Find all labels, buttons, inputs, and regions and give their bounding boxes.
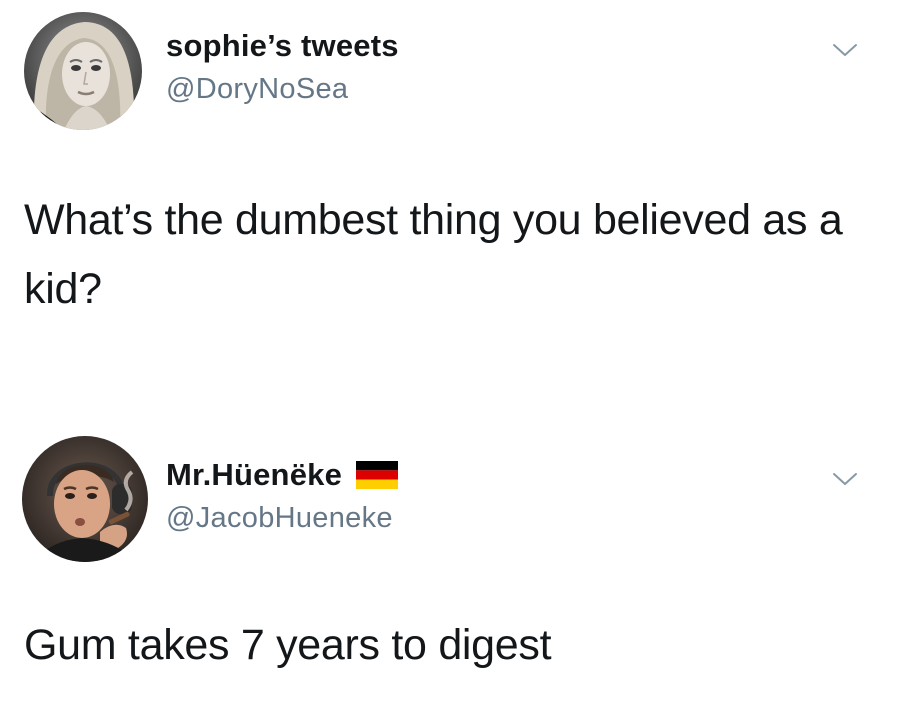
- user-handle[interactable]: @DoryNoSea: [166, 73, 399, 106]
- display-name[interactable]: Mr.Hüenëke: [166, 457, 342, 493]
- chevron-down-icon: [833, 44, 857, 56]
- display-name[interactable]: sophie’s tweets: [166, 28, 399, 64]
- avatar[interactable]: [24, 12, 142, 130]
- tweet: Mr.Hüenëke @JacobHueneke Gum takes 7 yea…: [0, 425, 900, 712]
- display-name-row: sophie’s tweets: [166, 27, 399, 65]
- profile-photo-icon: [22, 436, 148, 562]
- chevron-down-icon: [833, 473, 857, 485]
- profile-photo-icon: [24, 12, 142, 130]
- display-name-row: Mr.Hüenëke: [166, 456, 399, 494]
- tweet-text: Gum takes 7 years to digest: [24, 621, 552, 669]
- tweet-text: What’s the dumbest thing you believed as…: [24, 196, 843, 313]
- german-flag-icon: [356, 461, 399, 489]
- tweet: sophie’s tweets @DoryNoSea What’s the du…: [0, 0, 900, 380]
- user-handle[interactable]: @JacobHueneke: [166, 502, 398, 535]
- user-names: sophie’s tweets @DoryNoSea: [166, 27, 399, 106]
- avatar[interactable]: [22, 436, 148, 562]
- tweet-menu-button[interactable]: [830, 469, 860, 489]
- user-names: Mr.Hüenëke @JacobHueneke: [166, 456, 399, 535]
- tweet-menu-button[interactable]: [830, 40, 860, 60]
